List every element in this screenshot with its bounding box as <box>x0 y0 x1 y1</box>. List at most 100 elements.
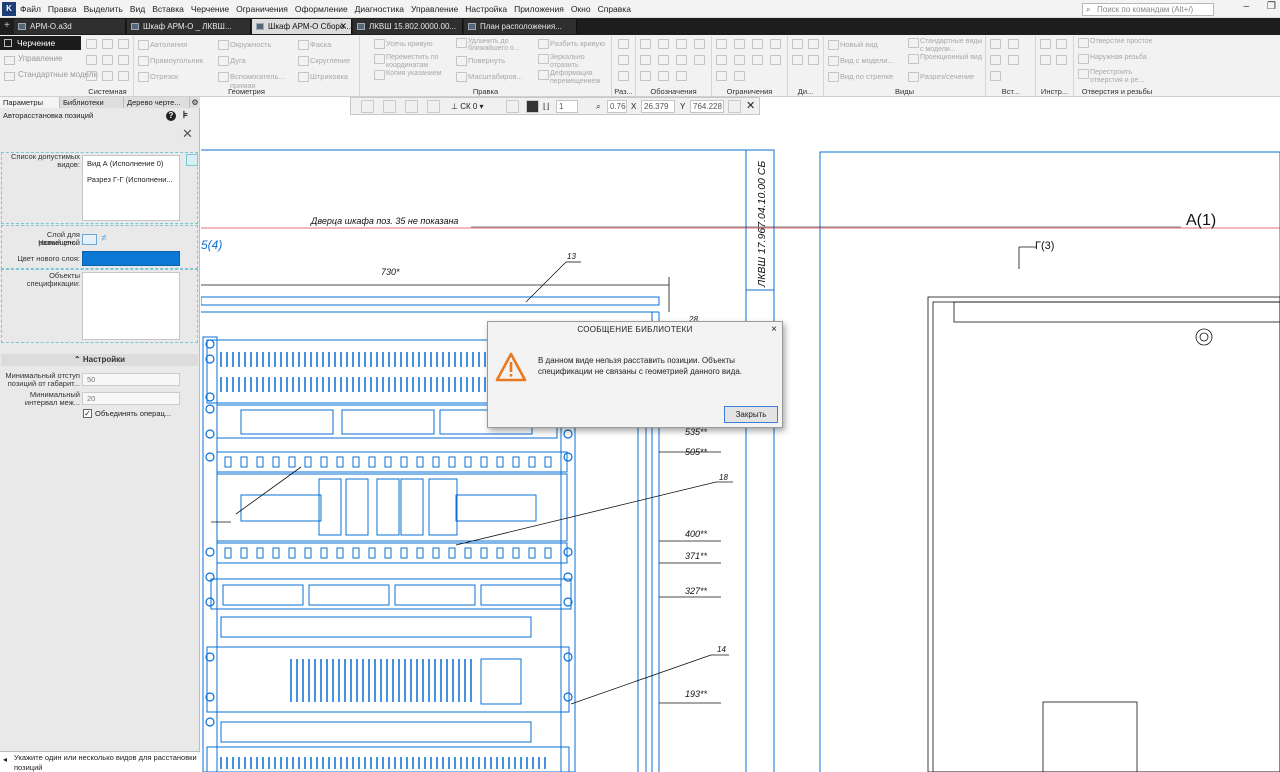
view-item-a[interactable]: Вид А (Исполнение 0) <box>87 156 179 172</box>
horizontal-icon[interactable] <box>752 39 763 49</box>
round-icon[interactable] <box>506 100 519 113</box>
cs-dropdown[interactable]: ⊥ СК 0 ▾ <box>451 100 484 113</box>
dimension-linear-icon[interactable] <box>618 55 629 65</box>
collinear-icon[interactable] <box>734 71 745 81</box>
zoom-input[interactable]: 0.764 <box>607 100 627 113</box>
layer-options-icon[interactable]: ≠ <box>101 234 116 245</box>
dialog-close-button[interactable]: Закрыть <box>724 406 778 423</box>
views-listbox[interactable]: Вид А (Исполнение 0) Разрез Г-Г (Исполне… <box>82 155 180 221</box>
combine-checkbox[interactable]: ✓ <box>83 409 92 418</box>
save-icon[interactable] <box>118 39 129 49</box>
ortho-icon[interactable] <box>383 100 396 113</box>
cut-icon[interactable] <box>102 55 113 65</box>
vertical-icon[interactable] <box>770 39 781 49</box>
tab-libraries[interactable]: Библиотеки <box>60 97 124 108</box>
min-interval-input[interactable]: 20 <box>82 392 180 405</box>
new-view-button[interactable]: Новый вид <box>828 40 878 50</box>
tool-c-icon[interactable] <box>1040 55 1051 65</box>
menu-file[interactable]: Файл <box>20 4 41 14</box>
rebuild-holes-button[interactable]: Перестроить отверстия и ре... <box>1078 69 1158 85</box>
dimension-radial-icon[interactable] <box>618 71 629 81</box>
copy-by-pick-button[interactable]: Копия указанием <box>374 70 454 80</box>
text-icon[interactable] <box>640 55 651 65</box>
close-command-icon[interactable]: ✕ <box>182 126 193 142</box>
axis-icon[interactable] <box>640 71 651 81</box>
pick-views-icon[interactable] <box>186 154 198 166</box>
rotate-button[interactable]: Повернуть <box>456 56 505 66</box>
tree-icon[interactable]: ⊧ <box>183 110 188 121</box>
tool-b-icon[interactable] <box>1056 39 1067 49</box>
equal-icon[interactable] <box>716 71 727 81</box>
standard-views-button[interactable]: Стандартные виды с модели... <box>908 38 984 54</box>
min-offset-input[interactable]: 50 <box>82 373 180 386</box>
chamfer-button[interactable]: Фаска <box>298 40 331 50</box>
menu-format[interactable]: Оформление <box>295 4 348 14</box>
tab-parameters[interactable]: Параметры <box>0 97 60 108</box>
menu-insert[interactable]: Вставка <box>152 4 184 14</box>
local-cs-icon[interactable] <box>427 100 440 113</box>
scale-button[interactable]: Масштабиров... <box>456 72 523 82</box>
extend-button[interactable]: Удлинить до ближайшего о... <box>456 38 532 52</box>
tool-d-icon[interactable] <box>1056 55 1067 65</box>
print-icon[interactable] <box>86 55 97 65</box>
hatch-button[interactable]: Штриховка <box>298 72 348 82</box>
command-search-input[interactable]: ⌕ Поиск по командам (Alt+/) <box>1082 3 1214 16</box>
minimize-icon[interactable]: – <box>1243 1 1249 12</box>
menu-constraints[interactable]: Ограничения <box>236 4 288 14</box>
insert-view-icon[interactable] <box>990 39 1001 49</box>
new-layer-icon[interactable] <box>82 234 97 245</box>
parallel-icon[interactable] <box>716 39 727 49</box>
ribbon-tab-drafting[interactable]: Черчение <box>0 36 81 50</box>
open-icon[interactable] <box>102 39 113 49</box>
insert-image-icon[interactable] <box>990 55 1001 65</box>
diag-icon[interactable] <box>792 39 803 49</box>
objects-listbox[interactable] <box>82 272 180 340</box>
undo-icon[interactable] <box>86 71 97 81</box>
rectangle-button[interactable]: Прямоугольник <box>138 56 203 66</box>
model-view-button[interactable]: Вид с модели... <box>828 56 894 66</box>
grid-icon[interactable] <box>405 100 418 113</box>
mirror-button[interactable]: Зеркально отразить <box>538 54 610 70</box>
autoline-button[interactable]: Автолиния <box>138 40 187 50</box>
panel-settings-icon[interactable]: ⚙ <box>190 97 200 108</box>
measure-icon[interactable] <box>808 39 819 49</box>
insert-object-icon[interactable] <box>1008 55 1019 65</box>
drawing-canvas[interactable]: Дверца шкафа поз. 35 не показана 5(4) 73… <box>201 97 1280 772</box>
symmetry-icon[interactable] <box>770 55 781 65</box>
tool-a-icon[interactable] <box>1040 39 1051 49</box>
menu-select[interactable]: Выделить <box>84 4 123 14</box>
menu-view[interactable]: Вид <box>130 4 145 14</box>
move-by-coords-button[interactable]: Переместить по координатам <box>374 54 454 70</box>
base-icon[interactable] <box>658 39 669 49</box>
section-view-button[interactable]: Разрез/сечение <box>908 72 974 82</box>
dimension-icon[interactable] <box>618 39 629 49</box>
add-tab-icon[interactable]: + <box>4 20 10 31</box>
table-icon[interactable] <box>658 55 669 65</box>
close-toolbar-icon[interactable]: ✕ <box>746 100 755 113</box>
x-coordinate-input[interactable]: 26.379 <box>641 100 675 113</box>
help-icon[interactable]: ? <box>166 111 176 121</box>
projection-view-button[interactable]: Проекционный вид <box>908 54 984 64</box>
view-item-g[interactable]: Разрез Г-Г (Исполнени... <box>87 172 179 188</box>
tab-plan-raspolozheniya[interactable]: План расположения... <box>464 19 577 34</box>
tab-arm-o-a3d[interactable]: АРМ-О.a3d <box>14 19 126 34</box>
deform-move-button[interactable]: Деформация перемещением <box>538 70 610 86</box>
menu-apps[interactable]: Приложения <box>514 4 564 14</box>
tab-lkvsh-15802[interactable]: ЛКВШ 15.802.0000.00... <box>353 19 463 34</box>
fix-icon[interactable] <box>752 55 763 65</box>
trim-curve-button[interactable]: Усечь кривую <box>374 39 433 49</box>
fillet-button[interactable]: Скругление <box>298 56 350 66</box>
copy-icon[interactable] <box>118 55 129 65</box>
coincident-icon[interactable] <box>716 55 727 65</box>
dialog-close-icon[interactable]: × <box>771 324 777 335</box>
layer-color-picker[interactable] <box>82 251 180 266</box>
arrow-view-button[interactable]: Вид по стрелке <box>828 72 893 82</box>
perpendicular-icon[interactable] <box>734 39 745 49</box>
section-line-icon[interactable] <box>658 71 669 81</box>
segment-button[interactable]: Отрезок <box>138 72 178 82</box>
new-doc-icon[interactable] <box>86 39 97 49</box>
tab-shkaf-lkvsh[interactable]: Шкаф АРМ-О _ ЛКВШ... <box>127 19 251 34</box>
redo-icon[interactable] <box>102 71 113 81</box>
menu-drafting[interactable]: Черчение <box>191 4 229 14</box>
tolerance-icon[interactable] <box>676 55 687 65</box>
